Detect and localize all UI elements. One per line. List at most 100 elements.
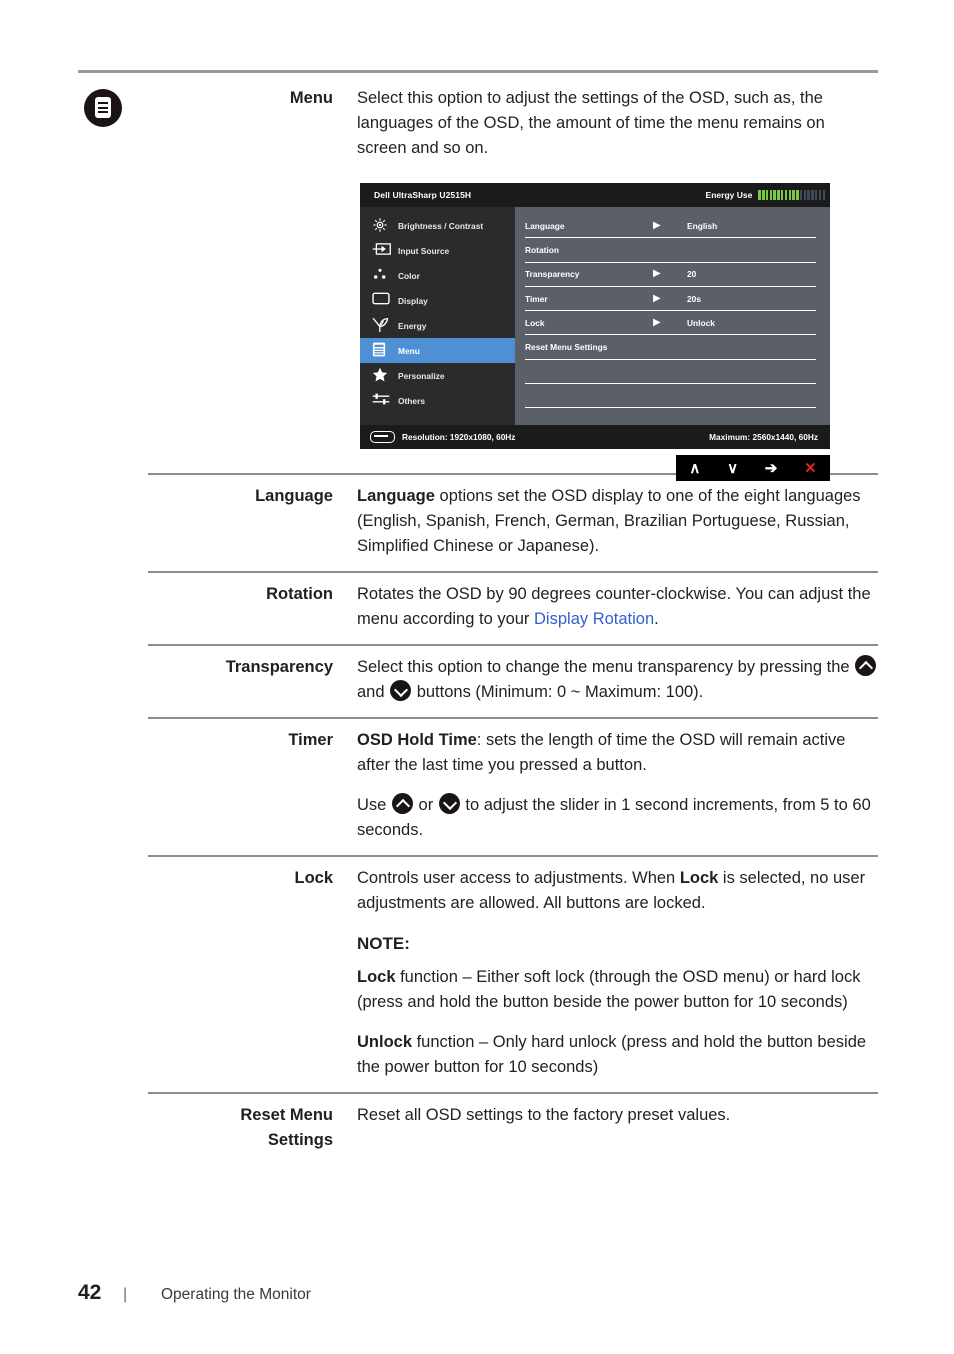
osd-option-name: Reset Menu Settings [525,342,608,353]
osd-option-rotation[interactable]: Rotation [525,238,816,263]
spacer-cell [78,1103,148,1106]
up-chevron-icon [855,655,877,676]
star-icon [372,367,398,385]
osd-screenshot: Dell UltraSharp U2515H Energy Use Bright… [360,183,830,481]
energy-bar-active [796,190,799,200]
table-row-rotation: Rotation Rotates the OSD by 90 degrees c… [78,571,878,644]
display-rotation-link[interactable]: Display Rotation [534,610,654,628]
osd-body: Brightness / Contrast Input Source Color Di… [360,207,830,425]
osd-option-name: Language [525,220,565,231]
energy-bar-inactive [818,190,822,200]
osd-option-lock[interactable]: Lock ▶ Unlock [525,311,816,336]
manual-page: Menu Select this option to adjust the se… [0,0,954,1354]
color-icon [372,267,398,285]
note-heading: NOTE: [357,934,410,953]
energy-bar-inactive [803,190,807,200]
desc-timer: OSD Hold Time: sets the length of time t… [333,728,878,843]
osd-nav-item-energy[interactable]: Energy [360,313,515,338]
chevron-right-icon: ▶ [653,219,661,231]
osd-option-blank-6 [525,360,816,385]
osd-option-timer[interactable]: Timer ▶ 20s [525,287,816,312]
page-footer: 42 | Operating the Monitor [78,1281,311,1305]
desc-reset-text: Reset all OSD settings to the factory pr… [357,1106,731,1124]
osd-options-panel: Language ▶ English Rotation Transparency ▶ 20 T… [515,207,830,425]
table-row-reset-menu-settings: Reset Menu Settings Reset all OSD settin… [78,1092,878,1165]
desc-menu-text: Select this option to adjust the setting… [357,89,825,157]
osd-sidebar: Brightness / Contrast Input Source Color Di… [360,207,515,425]
osd-energy-meter: Energy Use [706,190,825,200]
osd-option-name: Lock [525,317,545,328]
up-chevron-icon [391,793,413,814]
desc-rotation-post: . [654,610,659,628]
energy-bar-active [762,190,765,200]
desc-lock-bold: Lock [679,869,719,887]
desc-transparency-mid: and [357,683,390,701]
exit-button[interactable]: ✕ [804,461,817,476]
brightness-icon [372,217,398,235]
osd-maximum-resolution: Maximum: 2560x1440, 60Hz [709,432,818,442]
sliders-icon [372,392,398,410]
desc-unlock-bold: Unlock [357,1033,413,1051]
osd-option-reset-menu-settings[interactable]: Reset Menu Settings [525,335,816,360]
term-menu: Menu [289,89,333,107]
table-row-transparency: Transparency Select this option to chang… [78,644,878,717]
up-button[interactable]: ∧ [689,461,700,476]
osd-option-transparency[interactable]: Transparency ▶ 20 [525,263,816,287]
desc-lock-pre: Controls user access to adjustments. Whe… [357,869,680,887]
desc-lock: Controls user access to adjustments. Whe… [333,866,878,1080]
energy-bar-active [792,190,795,200]
display-icon [372,292,398,310]
energy-bar-active [784,190,788,200]
osd-nav-item-personalize[interactable]: Personalize [360,363,515,388]
osd-nav-item-input-source[interactable]: Input Source [360,238,515,263]
desc-timer-bold: OSD Hold Time [357,731,477,749]
term-reset-line1: Reset Menu [240,1106,333,1124]
footer-separator: | [123,1286,128,1303]
page-number: 42 [78,1281,102,1304]
osd-nav-item-display[interactable]: Display [360,288,515,313]
osd-energy-label: Energy Use [705,190,753,200]
desc-timer-p2-pre: Use [357,796,391,814]
desc-lock-p2-rest: function – Either soft lock (through the… [357,968,861,1011]
energy-bar-inactive [811,190,814,200]
osd-hardware-buttons: ∧ ∨ ➔ ✕ [676,455,830,481]
down-chevron-icon [438,793,460,814]
desc-language: Language options set the OSD display to … [333,484,878,559]
down-button[interactable]: ∨ [727,461,738,476]
footer-section-title: Operating the Monitor [161,1286,311,1303]
input-source-icon [372,242,398,260]
energy-leaf-icon [372,317,398,335]
osd-statusbar: Resolution: 1920x1080, 60Hz Maximum: 256… [360,425,830,449]
osd-nav-item-color[interactable]: Color [360,263,515,288]
desc-rotation: Rotates the OSD by 90 degrees counter-cl… [333,582,878,632]
energy-bar-active [777,190,780,200]
desc-reset-menu-settings: Reset all OSD settings to the factory pr… [333,1103,878,1128]
osd-nav-item-label: Menu [398,345,420,356]
osd-option-language[interactable]: Language ▶ English [525,214,816,239]
energy-bar-graph [758,190,825,200]
energy-bar-active [769,190,773,200]
osd-nav-item-menu[interactable]: Menu [360,338,515,363]
menu-icon [372,342,398,360]
chevron-right-icon: ▶ [653,292,661,304]
osd-nav-item-others[interactable]: Others [360,388,515,413]
osd-nav-item-label: Others [398,395,425,406]
osd-titlebar: Dell UltraSharp U2515H Energy Use [360,183,830,207]
term-reset-line2: Settings [267,1131,333,1149]
osd-option-value: Unlock [687,317,715,328]
osd-nav-item-label: Personalize [398,370,445,381]
desc-transparency-post: buttons (Minimum: 0 ~ Maximum: 100). [412,683,704,701]
chevron-right-icon: ▶ [653,316,661,328]
term-language: Language [255,487,333,505]
energy-bar-active [758,190,761,200]
enter-button[interactable]: ➔ [765,461,778,476]
energy-bar-active [765,190,769,200]
osd-nav-item-brightness-contrast[interactable]: Brightness / Contrast [360,213,515,238]
osd-nav-item-label: Energy [398,320,427,331]
chevron-right-icon: ▶ [653,268,661,280]
term-reset-menu-settings: Reset Menu Settings [148,1103,333,1153]
energy-bar-inactive [822,190,825,200]
osd-option-name: Transparency [525,269,580,280]
osd-option-blank-7 [525,384,816,409]
osd-resolution: Resolution: 1920x1080, 60Hz [402,432,516,442]
